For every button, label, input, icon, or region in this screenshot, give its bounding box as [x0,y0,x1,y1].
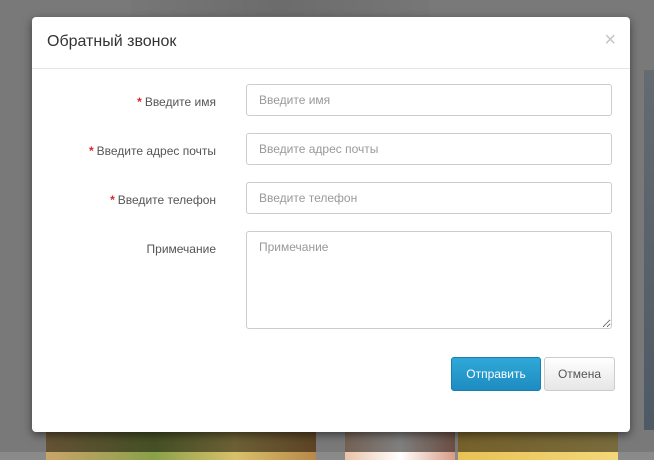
name-input[interactable] [246,84,612,116]
phone-input[interactable] [246,182,612,214]
callback-modal: Обратный звонок × *Введите имя *Введите … [32,17,630,432]
required-mark: * [88,144,94,158]
required-mark: * [110,193,115,207]
modal-header: Обратный звонок × [32,17,630,69]
name-label: * Введите имя [137,95,216,109]
submit-button[interactable]: Отправить [451,357,541,391]
required-mark: * [137,95,142,109]
phone-label: * Введите телефон [110,193,216,207]
close-icon[interactable]: × [604,30,616,50]
cancel-button[interactable]: Отмена [544,357,615,391]
note-textarea[interactable] [246,231,612,329]
email-input[interactable] [246,133,612,165]
email-label: * Введите адрес почты [89,144,216,158]
email-label-text: Введите адрес почты [96,144,216,158]
name-label-text: Введите имя [144,95,216,109]
note-label: Примечание [146,242,216,256]
modal-title: Обратный звонок [47,33,177,50]
phone-label-text: Введите телефон [117,193,216,207]
